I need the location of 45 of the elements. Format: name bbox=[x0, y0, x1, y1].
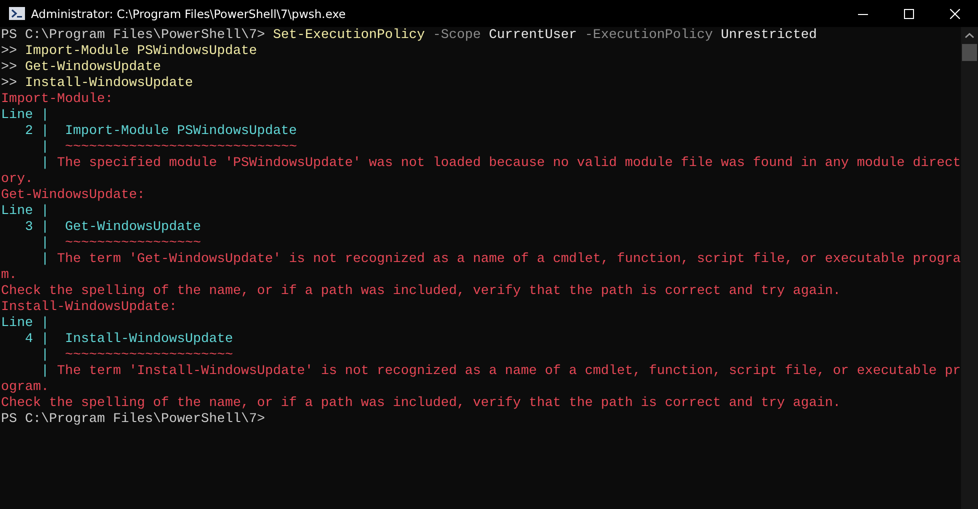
line-info-text: | bbox=[40, 236, 50, 251]
error-text: The term 'Get-WindowsUpdate' is not recognized as a name of a cmdlet, function, script file, or executable progra bbox=[57, 252, 961, 267]
error-text: Install-WindowsUpdate: bbox=[1, 300, 177, 315]
maximize-icon bbox=[904, 8, 914, 18]
parameter-text: -Scope bbox=[432, 28, 481, 43]
prompt-text: >> bbox=[1, 60, 18, 75]
argument-text: Unrestricted bbox=[720, 28, 817, 43]
line-info-text: 2 | Import-Module PSWindowsUpdate bbox=[24, 124, 297, 139]
line-info-text: Line | bbox=[1, 204, 49, 219]
close-icon bbox=[950, 8, 960, 18]
parameter-text: -ExecutionPolicy bbox=[584, 28, 713, 43]
error-text: Check the spelling of the name, or if a path was included, verify that the path is correct and try again. bbox=[1, 396, 841, 411]
error-text: ogram. bbox=[1, 380, 49, 395]
line-info-text: | bbox=[40, 364, 50, 379]
error-text: ~~~~~~~~~~~~~~~~~~~~~ bbox=[65, 348, 233, 363]
prompt-text: PS C:\Program Files\PowerShell\7> bbox=[1, 28, 266, 43]
error-text: Import-Module: bbox=[1, 92, 113, 107]
error-text: ory. bbox=[1, 172, 33, 187]
terminal-icon bbox=[9, 7, 25, 20]
command-text: Get-WindowsUpdate bbox=[25, 60, 161, 75]
line-info-text: | bbox=[40, 252, 50, 267]
line-info-text: | bbox=[40, 348, 50, 363]
error-text: The term 'Install-WindowsUpdate' is not recognized as a name of a cmdlet, function, script file, or executable pr bbox=[57, 364, 961, 379]
line-info-text: Line | bbox=[1, 108, 49, 123]
command-text: Import-Module PSWindowsUpdate bbox=[25, 44, 257, 59]
error-text: ~~~~~~~~~~~~~~~~~~~~~~~~~~~~~ bbox=[65, 140, 297, 155]
line-info-text: Line | bbox=[1, 316, 49, 331]
line-info-text: 4 | Install-WindowsUpdate bbox=[24, 332, 233, 347]
window-title: Administrator: C:\Program Files\PowerShell\7\pwsh.exe bbox=[31, 6, 346, 20]
prompt-text: >> bbox=[1, 76, 18, 91]
prompt-text: PS C:\Program Files\PowerShell\7> bbox=[1, 412, 265, 427]
error-text: The specified module 'PSWindowsUpdate' was not loaded because no valid module file was found in any module direct bbox=[57, 156, 961, 171]
line-info-text: | bbox=[40, 140, 50, 155]
prompt-text: >> bbox=[1, 44, 18, 59]
line-info-text: | bbox=[40, 156, 50, 171]
argument-text: CurrentUser bbox=[488, 28, 577, 43]
scrollbar-thumb[interactable] bbox=[962, 44, 977, 61]
error-text: Check the spelling of the name, or if a path was included, verify that the path is correct and try again. bbox=[1, 284, 841, 299]
command-text: Install-WindowsUpdate bbox=[25, 76, 193, 91]
line-info-text: 3 | Get-WindowsUpdate bbox=[24, 220, 201, 235]
scrollbar[interactable] bbox=[961, 27, 978, 509]
command-text: Set-ExecutionPolicy bbox=[272, 28, 425, 43]
error-text: m. bbox=[1, 268, 17, 283]
error-text: ~~~~~~~~~~~~~~~~~ bbox=[65, 236, 201, 251]
error-text: Get-WindowsUpdate: bbox=[1, 188, 145, 203]
